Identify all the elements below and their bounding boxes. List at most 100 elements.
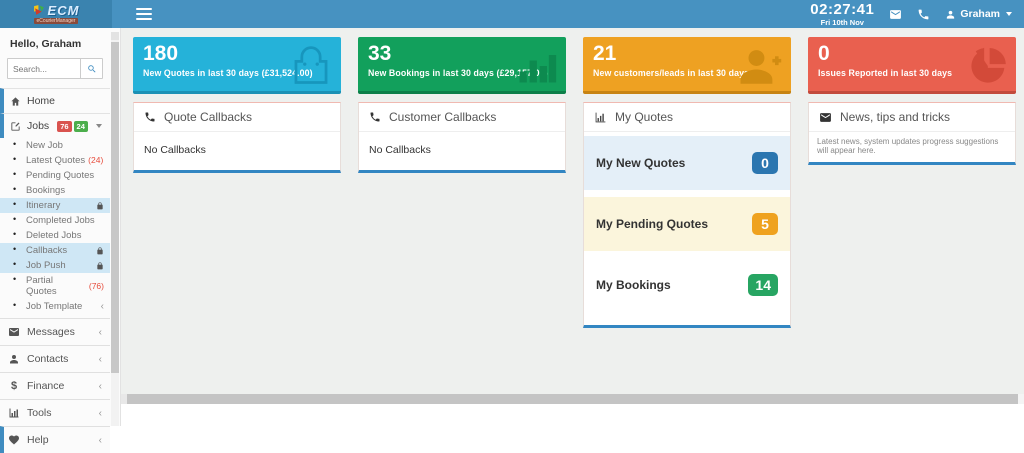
sub-item-label: Pending Quotes [26,170,94,181]
stat-card-issues[interactable]: 0 Issues Reported in last 30 days [808,37,1016,94]
sidebar-item-messages[interactable]: Messages [0,318,110,345]
quote-callbacks-panel: Quote Callbacks No Callbacks [133,102,341,173]
search-input[interactable] [8,59,80,78]
jobs-icon [10,121,21,132]
logo-mark-icon [33,4,46,17]
count-badge: 14 [748,274,778,296]
bar-chart-icon [514,44,558,88]
sub-item-label: Partial Quotes [26,275,86,297]
sidebar-item-label: Jobs [27,120,49,132]
panel-body-text: No Callbacks [134,132,340,170]
sidebar-item-label: Home [27,95,55,107]
dashboard: 180 New Quotes in last 30 days (£31,524.… [121,28,1024,394]
person-plus-icon [737,44,783,88]
sub-item-label: Bookings [26,185,65,196]
sidebar-item-completed-jobs[interactable]: Completed Jobs [0,213,110,228]
sub-item-label: New Job [26,140,63,151]
my-bookings-row[interactable]: My Bookings 14 [584,258,790,312]
section-label: Messages [27,326,75,338]
bottom-spacer [121,404,1024,426]
sub-item-label: Job Template [26,301,82,312]
pie-chart-icon [964,44,1008,88]
sidebar-greeting: Hello, Graham [0,28,110,55]
chevron-left-icon [99,409,102,418]
horizontal-scrollbar-thumb[interactable] [127,394,1018,404]
sub-item-label: Callbacks [26,245,67,256]
row-label: My New Quotes [596,156,685,170]
sidebar-item-callbacks[interactable]: Callbacks [0,243,110,258]
section-label: Contacts [27,353,68,365]
panel-body-text: Latest news, system updates progress sug… [809,132,1015,162]
stat-card-new-quotes[interactable]: 180 New Quotes in last 30 days (£31,524.… [133,37,341,94]
user-name: Graham [960,8,1000,20]
sub-item-label: Job Push [26,260,66,271]
my-quotes-panel: My Quotes My New Quotes 0 My Pending Quo… [583,102,791,328]
sub-item-label: Deleted Jobs [26,230,81,241]
section-label: Help [27,434,49,446]
sidebar-item-help[interactable]: Help [0,426,110,453]
top-header: ECM eCourierManager 02:27:41 Fri 10th No… [0,0,1024,28]
user-menu[interactable]: Graham [945,8,1012,20]
user-icon [945,9,956,20]
mail-icon[interactable] [889,8,902,21]
sidebar: Hello, Graham Home Jobs [0,28,121,426]
lock-icon [96,247,104,255]
sidebar-item-home[interactable]: Home [0,88,110,113]
sidebar-item-job-push[interactable]: Job Push [0,258,110,273]
messages-icon [8,326,20,338]
my-pending-quotes-row[interactable]: My Pending Quotes 5 [584,197,790,251]
callback-phone-icon [369,111,381,123]
lock-icon [96,202,104,210]
count-badge: 0 [752,152,778,174]
sidebar-item-tools[interactable]: Tools [0,399,110,426]
sidebar-item-deleted-jobs[interactable]: Deleted Jobs [0,228,110,243]
sidebar-item-itinerary[interactable]: Itinerary [0,198,110,213]
phone-icon[interactable] [917,8,930,21]
search-icon [87,64,97,74]
search-button[interactable] [80,59,102,78]
sub-item-label: Itinerary [26,200,60,211]
sidebar-item-job-template[interactable]: Job Template [0,299,110,314]
my-quotes-icon [594,111,607,124]
row-label: My Bookings [596,278,671,292]
stat-card-new-bookings[interactable]: 33 New Bookings in last 30 days (£29,157… [358,37,566,94]
horizontal-scrollbar[interactable] [121,394,1024,404]
news-panel: News, tips and tricks Latest news, syste… [808,102,1016,165]
callback-phone-icon [144,111,156,123]
home-icon [10,96,21,107]
count-badge: 5 [752,213,778,235]
help-icon [8,434,20,446]
row-label: My Pending Quotes [596,217,708,231]
chevron-left-icon [99,382,102,391]
panel-title: News, tips and tricks [840,110,950,124]
sidebar-item-bookings[interactable]: Bookings [0,183,110,198]
sub-item-label: Completed Jobs [26,215,95,226]
panel-title: Customer Callbacks [389,110,496,124]
sidebar-item-jobs[interactable]: Jobs 76 24 [0,113,110,138]
stat-card-new-customers[interactable]: 21 New customers/leads in last 30 days [583,37,791,94]
clock-time: 02:27:41 [810,2,874,17]
shopping-bag-icon [289,44,333,88]
app-logo[interactable]: ECM eCourierManager [0,0,112,28]
my-new-quotes-row[interactable]: My New Quotes 0 [584,136,790,190]
contacts-icon [8,353,20,365]
lock-icon [96,262,104,270]
section-label: Tools [27,407,52,419]
sidebar-search [7,58,103,79]
sidebar-scrollbar[interactable] [111,32,119,426]
clock-date: Fri 10th Nov [810,19,874,27]
chevron-left-icon [101,302,104,311]
sidebar-item-pending-quotes[interactable]: Pending Quotes [0,168,110,183]
sidebar-item-new-job[interactable]: New Job [0,138,110,153]
jobs-badge-green: 24 [74,121,88,132]
sidebar-item-partial-quotes[interactable]: Partial Quotes (76) [0,273,110,299]
hamburger-icon[interactable] [132,4,156,24]
clock: 02:27:41 Fri 10th Nov [810,2,874,27]
logo-subtext: eCourierManager [34,18,79,24]
sidebar-item-contacts[interactable]: Contacts [0,345,110,372]
chevron-left-icon [99,436,102,445]
sidebar-scrollbar-thumb[interactable] [111,42,119,373]
chevron-down-icon [96,124,102,128]
sidebar-item-finance[interactable]: Finance [0,372,110,399]
sidebar-item-latest-quotes[interactable]: Latest Quotes (24) [0,153,110,168]
